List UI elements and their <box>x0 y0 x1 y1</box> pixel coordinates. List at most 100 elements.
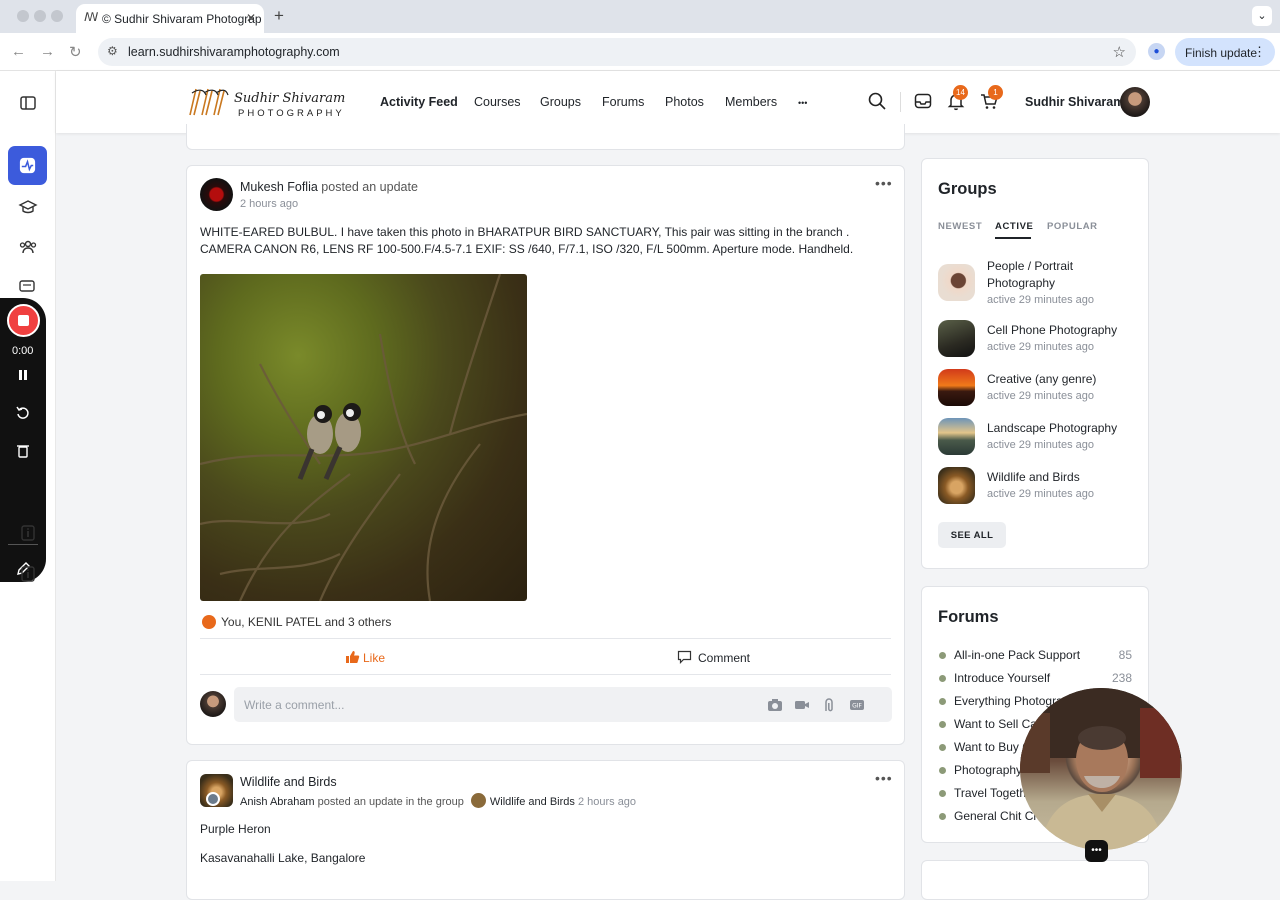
pause-icon[interactable] <box>16 368 30 382</box>
forum-link[interactable]: Want to Sell Ca <box>954 717 1037 731</box>
browser-toolbar: ← → ↻ ⚙ learn.sudhirshivaramphotography.… <box>0 33 1280 71</box>
forum-link[interactable]: Everything Photogra <box>954 694 1063 708</box>
group-link[interactable]: Wildlife and Birds <box>490 796 575 808</box>
group-name[interactable]: People / Portrait Photography <box>987 258 1137 292</box>
nav-members[interactable]: Members <box>725 95 777 109</box>
document-attachment-icon[interactable] <box>822 698 838 712</box>
post-timestamp[interactable]: 2 hours ago <box>575 796 636 808</box>
post-text-line: Kasavanahalli Lake, Bangalore <box>200 851 366 865</box>
group-image[interactable] <box>938 467 975 504</box>
tab-close-icon[interactable]: ✕ <box>246 11 256 25</box>
group-image[interactable] <box>938 264 975 301</box>
profile-icon[interactable]: ● <box>1148 43 1165 60</box>
post-header: Mukesh Foflia posted an update <box>240 180 418 194</box>
left-sidebar: 0:00 <box>0 71 56 881</box>
gif-icon[interactable]: GIF <box>849 698 865 712</box>
forum-link[interactable]: Want to Buy G <box>954 740 1032 754</box>
activity-feed-nav-button[interactable] <box>8 146 47 185</box>
address-bar[interactable]: ⚙ learn.sudhirshivaramphotography.com ☆ <box>98 38 1136 66</box>
group-name[interactable]: Wildlife and Birds <box>987 469 1137 486</box>
forums-chat-icon[interactable] <box>18 277 38 297</box>
like-button[interactable]: Like <box>345 650 385 665</box>
post-photo[interactable] <box>200 274 527 601</box>
trash-icon[interactable] <box>16 443 30 459</box>
stop-recording-button[interactable] <box>7 304 40 337</box>
recording-timer: 0:00 <box>12 345 34 357</box>
groups-people-icon[interactable] <box>18 237 38 257</box>
group-name[interactable]: Landscape Photography <box>987 420 1137 437</box>
restart-icon[interactable] <box>15 405 31 421</box>
group-image[interactable] <box>938 369 975 406</box>
tab-popular[interactable]: POPULAR <box>1047 221 1098 232</box>
courses-graduation-cap-icon[interactable] <box>18 197 38 217</box>
forum-link[interactable]: General Chit Ch <box>954 809 1040 823</box>
window-minimize-button[interactable] <box>34 10 46 22</box>
forum-link[interactable]: Photography <box>954 763 1022 777</box>
info-icon[interactable] <box>18 564 38 584</box>
nav-more-menu[interactable]: ••• <box>798 98 807 108</box>
post-text: WHITE-EARED BULBUL. I have taken this ph… <box>200 225 854 256</box>
new-tab-icon[interactable]: + <box>274 6 284 26</box>
nav-forums[interactable]: Forums <box>602 95 644 109</box>
post-timestamp[interactable]: 2 hours ago <box>240 198 298 210</box>
comment-button[interactable]: Comment <box>677 650 750 665</box>
site-settings-icon[interactable]: ⚙ <box>107 44 118 58</box>
forward-arrow-icon[interactable]: → <box>40 43 55 60</box>
user-name[interactable]: Sudhir Shivaram <box>1025 95 1124 109</box>
forum-bullet <box>939 721 946 728</box>
back-arrow-icon[interactable]: ← <box>11 43 26 60</box>
recorder-divider <box>8 544 38 545</box>
commenter-avatar <box>200 691 226 717</box>
tab-search-chevron-icon[interactable]: ⌄ <box>1252 6 1272 26</box>
nav-courses[interactable]: Courses <box>474 95 521 109</box>
author-avatar[interactable] <box>200 178 233 211</box>
group-image[interactable] <box>938 418 975 455</box>
author-avatar[interactable] <box>206 792 220 806</box>
reaction-summary[interactable]: You, KENIL PATEL and 3 others <box>202 615 391 629</box>
like-reaction-icon <box>202 615 216 629</box>
bookmark-star-icon[interactable]: ☆ <box>1113 43 1126 61</box>
window-close-button[interactable] <box>17 10 29 22</box>
group-name[interactable]: Wildlife and Birds <box>240 775 337 789</box>
kebab-menu-icon[interactable]: ⋮ <box>1253 44 1266 60</box>
site-logo[interactable]: Sudhir Shivaram PHOTOGRAPHY <box>186 83 346 123</box>
post-options-icon[interactable]: ••• <box>875 770 893 786</box>
forum-link[interactable]: Travel Togeth <box>954 786 1026 800</box>
group-image[interactable] <box>938 320 975 357</box>
author-name[interactable]: Mukesh Foflia <box>240 180 318 194</box>
forum-count: 85 <box>1118 648 1132 662</box>
user-avatar[interactable] <box>1120 87 1150 117</box>
group-name[interactable]: Creative (any genre) <box>987 371 1137 388</box>
group-activity: active 29 minutes ago <box>987 294 1095 306</box>
info-icon[interactable] <box>18 523 38 543</box>
tab-active[interactable]: ACTIVE <box>995 221 1033 232</box>
browser-tab[interactable]: ꟿ © Sudhir Shivaram Photograp ✕ <box>76 4 264 33</box>
post-options-icon[interactable]: ••• <box>875 175 893 191</box>
nav-activity-feed[interactable]: Activity Feed <box>380 95 458 109</box>
reload-icon[interactable]: ↻ <box>69 43 82 61</box>
webcam-bubble[interactable] <box>1020 688 1182 850</box>
nav-photos[interactable]: Photos <box>665 95 704 109</box>
forum-link[interactable]: All-in-one Pack Support <box>954 648 1080 662</box>
group-name[interactable]: Cell Phone Photography <box>987 322 1137 339</box>
site-favicon-icon: ꟿ <box>84 10 99 24</box>
nav-groups[interactable]: Groups <box>540 95 581 109</box>
search-icon[interactable] <box>867 91 887 111</box>
video-icon[interactable] <box>794 698 810 712</box>
finish-update-label: Finish update <box>1185 46 1258 60</box>
forum-link[interactable]: Introduce Yourself <box>954 671 1050 685</box>
webcam-options-icon[interactable]: ••• <box>1085 840 1108 862</box>
see-all-button[interactable]: SEE ALL <box>938 522 1006 548</box>
author-name[interactable]: Anish Abraham <box>240 796 315 808</box>
inbox-icon[interactable] <box>913 91 933 111</box>
tab-newest[interactable]: NEWEST <box>938 221 982 232</box>
forum-bullet <box>939 790 946 797</box>
finish-update-button[interactable]: Finish update ⋮ <box>1175 38 1275 66</box>
forum-bullet <box>939 813 946 820</box>
group-activity: active 29 minutes ago <box>987 488 1095 500</box>
sidebar-toggle-icon[interactable] <box>18 93 38 113</box>
group-activity: active 29 minutes ago <box>987 341 1095 353</box>
window-maximize-button[interactable] <box>51 10 63 22</box>
tab-active-indicator <box>995 237 1031 239</box>
camera-icon[interactable] <box>767 698 783 712</box>
